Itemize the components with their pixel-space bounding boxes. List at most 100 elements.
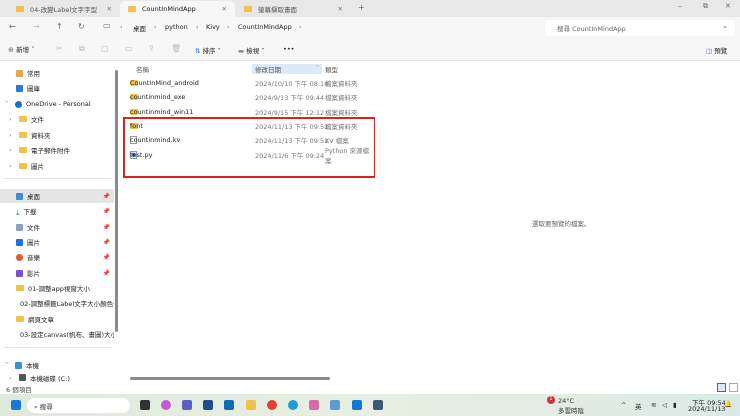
nav-documents[interactable]: 文件 📌: [0, 220, 114, 234]
horizontal-scrollbar[interactable]: [130, 377, 330, 380]
delete-icon[interactable]: 🗑: [171, 44, 181, 53]
nav-folder-02[interactable]: 02-調整標籤Label文字大小顏色位: [0, 296, 114, 310]
file-row[interactable]: CountInMind_android 2024/10/10 下午 08:10 檔案…: [122, 76, 375, 90]
back-icon[interactable]: ←: [9, 22, 16, 31]
file-name: CountInMind_android: [130, 79, 199, 87]
weather-temp[interactable]: 24°C: [558, 397, 574, 405]
outlook-icon[interactable]: [224, 400, 234, 410]
copilot-icon[interactable]: [161, 400, 171, 410]
tab-bar: 04-改變Label文字字型 ✕ CountInMindApp ✕ 螢幕擷取畫面 ✕ …: [0, 0, 740, 17]
file-date: 2024/9/13 下午 09:44: [255, 94, 325, 103]
document-icon: [16, 223, 23, 231]
breadcrumb-python[interactable]: python: [165, 23, 188, 31]
nav-pictures[interactable]: 圖片 📌: [0, 235, 114, 249]
gallery-icon: [16, 84, 23, 92]
sort-icon: ⇅: [195, 47, 201, 55]
up-icon[interactable]: ↑: [56, 22, 63, 31]
restore-icon[interactable]: ⧉: [703, 2, 708, 11]
close-window-icon[interactable]: ✕: [725, 2, 731, 10]
teams-icon[interactable]: [182, 400, 192, 410]
new-tab-icon[interactable]: +: [358, 3, 365, 12]
minimize-icon[interactable]: –: [678, 2, 682, 11]
task-view-icon[interactable]: [140, 400, 150, 410]
taskbar: ⌕ 搜尋 1 24°C 多雲時陰 ^ 英 ≋ ◁ ▮ 下午 09:54 2024…: [0, 394, 740, 416]
sidebar-scrollbar[interactable]: [115, 70, 118, 332]
phone-link-icon[interactable]: [330, 400, 340, 410]
cut-icon[interactable]: ✂: [56, 44, 63, 53]
preview-pane-button[interactable]: ◫ 預覽: [706, 45, 727, 55]
tab-countinmindapp[interactable]: CountInMindApp ✕: [120, 1, 235, 17]
nav-downloads[interactable]: ⤓ 下載 📌: [0, 204, 114, 218]
music-icon: [16, 253, 23, 261]
taskbar-search[interactable]: ⌕ 搜尋: [27, 398, 130, 413]
store-icon[interactable]: [203, 400, 213, 410]
nav-pictures-od[interactable]: › 圖片: [0, 159, 114, 173]
file-explorer-icon[interactable]: [246, 400, 256, 410]
column-header-name[interactable]: 名稱: [136, 64, 149, 74]
nav-local-disk[interactable]: › 本機磁碟 (C:): [0, 373, 114, 383]
item-count: 6 個項目: [6, 386, 32, 394]
refresh-icon[interactable]: ↻: [78, 22, 85, 31]
status-bar: 6 個項目: [0, 383, 740, 394]
sort-button[interactable]: ⇅ 排序 ˅: [195, 45, 221, 55]
nav-folders-od[interactable]: › 資料夾: [0, 128, 114, 142]
copy-icon[interactable]: ⧉: [79, 44, 85, 54]
close-tab-icon[interactable]: ✕: [222, 5, 227, 13]
nav-onedrive[interactable]: ˅ OneDrive - Personal: [0, 97, 114, 111]
python-app-icon[interactable]: [373, 400, 383, 410]
notification-bell-icon[interactable]: 🔔: [724, 400, 732, 408]
forward-icon[interactable]: →: [33, 22, 40, 31]
breadcrumb-kivy[interactable]: Kivy: [206, 23, 220, 31]
details-view-icon[interactable]: [717, 383, 726, 392]
close-tab-icon[interactable]: ✕: [107, 5, 112, 13]
battery-icon[interactable]: ▮: [673, 401, 677, 409]
folder-icon: [19, 147, 27, 153]
breadcrumb-desktop[interactable]: 桌面: [133, 23, 146, 33]
weather-desc[interactable]: 多雲時陰: [558, 405, 584, 415]
column-header-type[interactable]: 類型: [325, 64, 338, 74]
rename-icon[interactable]: ▭: [125, 44, 133, 53]
vscode-icon[interactable]: [352, 400, 362, 410]
search-icon: ⌕: [723, 23, 727, 31]
clock-date[interactable]: 2024/11/13: [688, 405, 725, 413]
nav-folder-articles[interactable]: 網頁文章: [0, 312, 114, 326]
edge-icon[interactable]: [288, 400, 298, 410]
file-row[interactable]: countinmind_exe 2024/9/13 下午 09:44 檔案資料夾: [122, 90, 375, 104]
nav-videos[interactable]: 影片 📌: [0, 266, 114, 280]
tab-label-font[interactable]: 04-改變Label文字字型 ✕: [8, 1, 120, 17]
nav-desktop[interactable]: 桌面 📌: [0, 189, 114, 203]
column-header-date[interactable]: 修改日期 ˅: [252, 64, 322, 74]
nav-music[interactable]: 音樂 📌: [0, 250, 114, 264]
tiles-view-icon[interactable]: [729, 383, 738, 392]
breadcrumb-countinmindapp[interactable]: CountInMindApp: [238, 23, 292, 31]
close-tab-icon[interactable]: ✕: [338, 5, 343, 13]
folder-icon: [19, 132, 27, 138]
wifi-icon[interactable]: ≋: [651, 401, 656, 409]
chrome-icon[interactable]: [267, 400, 277, 410]
file-type: 檔案資料夾: [325, 94, 358, 103]
divider: [4, 178, 112, 179]
folder-icon: [16, 316, 24, 322]
new-button[interactable]: ⊕ 新增 ˅: [8, 44, 35, 54]
ime-indicator[interactable]: 英: [635, 401, 642, 411]
nav-this-pc[interactable]: ˅ 本機: [0, 358, 114, 372]
app-icon[interactable]: [309, 400, 319, 410]
view-icon: ▬: [238, 47, 245, 55]
preview-pane: 選取要預覽的檔案。: [375, 61, 740, 383]
more-options-button[interactable]: •••: [283, 45, 295, 53]
nav-attachments-od[interactable]: › 電子郵件附件: [0, 143, 114, 157]
volume-icon[interactable]: ◁: [662, 401, 667, 409]
nav-home[interactable]: 常用: [0, 66, 114, 80]
folder-icon: [244, 6, 252, 12]
tab-screenshots[interactable]: 螢幕擷取畫面 ✕: [236, 1, 351, 17]
start-icon[interactable]: [11, 400, 21, 410]
share-icon[interactable]: ⇪: [148, 44, 155, 53]
nav-folder-03[interactable]: 03-設定canvas(帆布、畫圖)大小和: [0, 327, 114, 341]
nav-documents-od[interactable]: › 文件: [0, 112, 114, 126]
search-input[interactable]: 搜尋 CountInMindApp ⌕: [545, 20, 735, 36]
nav-gallery[interactable]: 圖庫: [0, 81, 114, 95]
view-button[interactable]: ▬ 檢視 ˅: [238, 45, 265, 55]
nav-folder-01[interactable]: 01-調整app視窗大小: [0, 281, 114, 295]
paste-icon[interactable]: ▢: [101, 44, 109, 53]
tray-chevron-icon[interactable]: ^: [621, 401, 626, 409]
